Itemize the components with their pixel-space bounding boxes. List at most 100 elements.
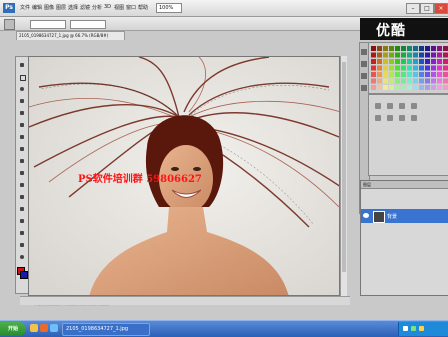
quicklaunch-icon[interactable]: [40, 324, 48, 332]
swatch-cell[interactable]: [425, 65, 430, 71]
swatch-cell[interactable]: [413, 59, 418, 64]
brush-tool-icon[interactable]: [18, 145, 26, 153]
swatch-cell[interactable]: [371, 78, 376, 84]
swatch-cell[interactable]: [425, 46, 430, 51]
swatch-cell[interactable]: [413, 85, 418, 90]
swatch-cell[interactable]: [431, 65, 436, 71]
swatch-cell[interactable]: [395, 72, 400, 77]
swatch-cell[interactable]: [377, 85, 382, 90]
lasso-tool-icon[interactable]: [18, 85, 26, 93]
levels-icon[interactable]: [387, 103, 393, 109]
restore-button[interactable]: □: [420, 3, 434, 14]
swatch-cell[interactable]: [407, 46, 412, 51]
swatch-cell[interactable]: [413, 65, 418, 71]
swatch-cell[interactable]: [395, 65, 400, 71]
swatch-cell[interactable]: [437, 72, 442, 77]
swatch-cell[interactable]: [395, 85, 400, 90]
marquee-tool-icon[interactable]: [18, 73, 26, 81]
swatch-cell[interactable]: [443, 59, 448, 64]
swatch-cell[interactable]: [377, 46, 382, 51]
color-balance-icon[interactable]: [399, 115, 405, 121]
swatch-cell[interactable]: [407, 52, 412, 58]
swatch-cell[interactable]: [437, 85, 442, 90]
zoom-field[interactable]: 100%: [156, 3, 182, 13]
document-tab[interactable]: 2105_0198634727_1.jpg @ 66.7% (RGB/8#): [16, 31, 125, 40]
swatch-cell[interactable]: [401, 46, 406, 51]
swatch-cell[interactable]: [419, 46, 424, 51]
menu-select[interactable]: 选择: [68, 4, 78, 11]
hand-tool-icon[interactable]: [18, 241, 26, 249]
swatch-cell[interactable]: [413, 72, 418, 77]
swatch-grid[interactable]: [369, 43, 448, 93]
swatch-cell[interactable]: [371, 59, 376, 64]
swatch-cell[interactable]: [377, 72, 382, 77]
swatch-cell[interactable]: [431, 78, 436, 84]
swatch-cell[interactable]: [377, 78, 382, 84]
swatch-cell[interactable]: [389, 72, 394, 77]
swatch-cell[interactable]: [407, 72, 412, 77]
option-field-2[interactable]: [70, 20, 106, 29]
menu-view[interactable]: 视图: [114, 4, 124, 11]
swatch-cell[interactable]: [383, 46, 388, 51]
pen-tool-icon[interactable]: [18, 217, 26, 225]
swatch-cell[interactable]: [431, 72, 436, 77]
swatch-cell[interactable]: [443, 46, 448, 51]
swatch-cell[interactable]: [407, 65, 412, 71]
quicklaunch-icon[interactable]: [30, 324, 38, 332]
swatch-cell[interactable]: [431, 85, 436, 90]
task-button[interactable]: 2105_0198634727_1.jpg: [62, 323, 150, 336]
tray-icon[interactable]: [411, 326, 416, 331]
swatch-cell[interactable]: [395, 59, 400, 64]
swatch-cell[interactable]: [401, 65, 406, 71]
tray-icon[interactable]: [419, 326, 424, 331]
background-color-swatch[interactable]: [20, 271, 28, 279]
swatch-cell[interactable]: [431, 52, 436, 58]
brightness-icon[interactable]: [375, 103, 381, 109]
menu-3d[interactable]: 3D: [104, 4, 111, 10]
move-tool-icon[interactable]: [18, 61, 26, 69]
clone-stamp-tool-icon[interactable]: [18, 157, 26, 165]
eye-icon[interactable]: [363, 213, 369, 218]
dock-panel-icon[interactable]: [361, 61, 367, 67]
swatch-cell[interactable]: [437, 65, 442, 71]
menu-filter[interactable]: 滤镜: [80, 4, 90, 11]
dock-panel-icon[interactable]: [361, 49, 367, 55]
healing-tool-icon[interactable]: [18, 133, 26, 141]
swatch-cell[interactable]: [419, 59, 424, 64]
dodge-tool-icon[interactable]: [18, 205, 26, 213]
vibrance-icon[interactable]: [375, 115, 381, 121]
menu-layer[interactable]: 图层: [56, 4, 66, 11]
swatch-cell[interactable]: [371, 85, 376, 90]
swatch-cell[interactable]: [383, 85, 388, 90]
minimize-button[interactable]: –: [406, 3, 420, 14]
eraser-tool-icon[interactable]: [18, 181, 26, 189]
swatch-cell[interactable]: [371, 52, 376, 58]
menu-edit[interactable]: 编辑: [32, 4, 42, 11]
menu-analysis[interactable]: 分析: [92, 4, 102, 11]
swatch-cell[interactable]: [389, 78, 394, 84]
black-white-icon[interactable]: [411, 115, 417, 121]
swatch-cell[interactable]: [383, 72, 388, 77]
dock-panel-icon[interactable]: [361, 73, 367, 79]
tool-preset-icon[interactable]: [4, 19, 15, 30]
swatch-cell[interactable]: [425, 85, 430, 90]
swatch-cell[interactable]: [395, 46, 400, 51]
swatch-cell[interactable]: [425, 52, 430, 58]
tray-icon[interactable]: [403, 326, 408, 331]
swatch-cell[interactable]: [377, 65, 382, 71]
swatch-cell[interactable]: [371, 72, 376, 77]
zoom-tool-icon[interactable]: [18, 253, 26, 261]
swatch-cell[interactable]: [389, 52, 394, 58]
hue-saturation-icon[interactable]: [387, 115, 393, 121]
swatch-cell[interactable]: [419, 52, 424, 58]
swatch-cell[interactable]: [371, 65, 376, 71]
swatch-cell[interactable]: [437, 46, 442, 51]
crop-tool-icon[interactable]: [18, 109, 26, 117]
swatch-cell[interactable]: [413, 46, 418, 51]
swatch-cell[interactable]: [425, 72, 430, 77]
layer-row[interactable]: 背景: [361, 209, 448, 223]
option-field-1[interactable]: [30, 20, 66, 29]
menu-file[interactable]: 文件: [20, 4, 30, 11]
swatch-cell[interactable]: [371, 46, 376, 51]
swatch-cell[interactable]: [437, 52, 442, 58]
